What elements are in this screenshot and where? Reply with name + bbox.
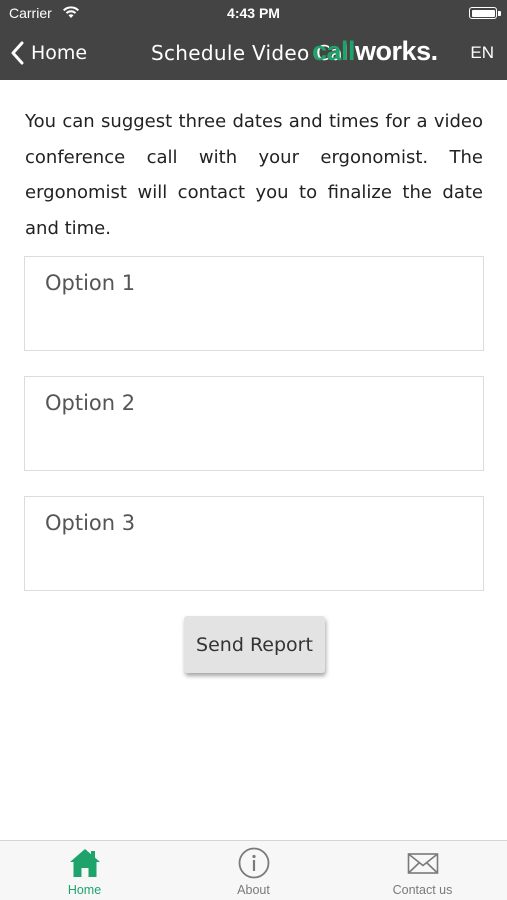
tab-about-label: About — [237, 883, 270, 897]
home-icon — [69, 849, 100, 877]
option-2-field[interactable]: Option 2 — [24, 376, 484, 471]
language-selector[interactable]: EN — [470, 43, 494, 63]
back-button[interactable]: Home — [10, 38, 87, 68]
callworks-logo: callworks. — [312, 36, 438, 66]
option-3-field[interactable]: Option 3 — [24, 496, 484, 591]
option-1-field[interactable]: Option 1 — [24, 256, 484, 351]
tab-bar: Home About Contact us — [0, 840, 507, 900]
envelope-icon — [407, 853, 438, 874]
tab-about[interactable]: About — [169, 841, 338, 900]
chevron-left-icon — [11, 41, 24, 65]
send-report-button[interactable]: Send Report — [184, 616, 325, 673]
intro-text: You can suggest three dates and times fo… — [25, 111, 483, 239]
option-3-placeholder: Option 3 — [45, 511, 136, 535]
tab-home[interactable]: Home — [0, 841, 169, 900]
status-bar: Carrier 4:43 PM — [0, 0, 507, 28]
navigation-bar: Home Schedule Video Call callworks. EN — [0, 28, 507, 80]
tab-contact-us-label: Contact us — [392, 883, 453, 897]
battery-icon — [469, 7, 501, 19]
option-1-placeholder: Option 1 — [45, 271, 136, 295]
info-icon — [238, 847, 269, 879]
tab-home-label: Home — [67, 883, 102, 897]
tab-contact-us[interactable]: Contact us — [338, 841, 507, 900]
status-time: 4:43 PM — [227, 5, 280, 21]
option-2-placeholder: Option 2 — [45, 391, 136, 415]
back-button-label: Home — [31, 42, 88, 64]
